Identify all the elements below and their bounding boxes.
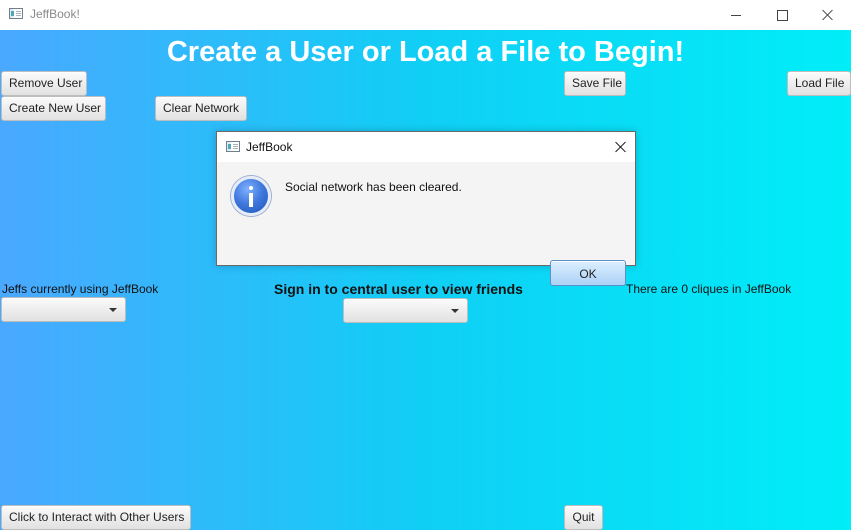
dialog-message: Social network has been cleared. [285, 180, 462, 194]
maximize-icon [776, 9, 788, 21]
window-titlebar: JeffBook! [0, 0, 851, 30]
information-dialog: JeffBook Social network has been cleared… [216, 131, 636, 286]
interact-with-other-users-button[interactable]: Click to Interact with Other Users [1, 505, 191, 530]
chevron-down-icon [109, 308, 117, 312]
minimize-button[interactable] [713, 0, 759, 30]
current-users-selected-value [9, 303, 101, 317]
dialog-titlebar: JeffBook [217, 132, 635, 162]
jeffbook-window: JeffBook! Create a User or Load a File t… [0, 0, 851, 530]
current-users-dropdown[interactable] [1, 297, 126, 322]
dialog-app-icon [226, 141, 240, 152]
dialog-close-icon[interactable] [606, 132, 635, 162]
save-file-button[interactable]: Save File [564, 71, 626, 96]
chevron-down-icon [451, 309, 459, 313]
info-stem [249, 193, 253, 207]
maximize-button[interactable] [759, 0, 805, 30]
page-title: Create a User or Load a File to Begin! [166, 36, 685, 68]
app-window-icon [9, 8, 23, 19]
close-window-button[interactable] [805, 0, 851, 30]
dialog-title: JeffBook [246, 140, 293, 154]
central-user-dropdown[interactable] [343, 298, 468, 323]
central-user-selected-value [351, 304, 443, 318]
minimize-icon [731, 14, 741, 16]
info-dot [249, 186, 253, 190]
close-icon [822, 9, 834, 21]
cliques-count-label: There are 0 cliques in JeffBook [626, 282, 792, 296]
clear-network-button[interactable]: Clear Network [155, 96, 247, 121]
dialog-body: Social network has been cleared. OK [217, 162, 635, 286]
window-title: JeffBook! [30, 7, 80, 21]
create-new-user-button[interactable]: Create New User [1, 96, 106, 121]
load-file-button[interactable]: Load File [787, 71, 851, 96]
remove-user-button[interactable]: Remove User [1, 71, 87, 96]
main-content-area: Create a User or Load a File to Begin! R… [0, 30, 851, 530]
ok-button[interactable]: OK [550, 260, 626, 286]
information-icon [231, 176, 271, 216]
quit-button[interactable]: Quit [564, 505, 603, 530]
central-user-label: Sign in to central user to view friends [274, 281, 523, 297]
current-users-label: Jeffs currently using JeffBook [2, 282, 159, 296]
